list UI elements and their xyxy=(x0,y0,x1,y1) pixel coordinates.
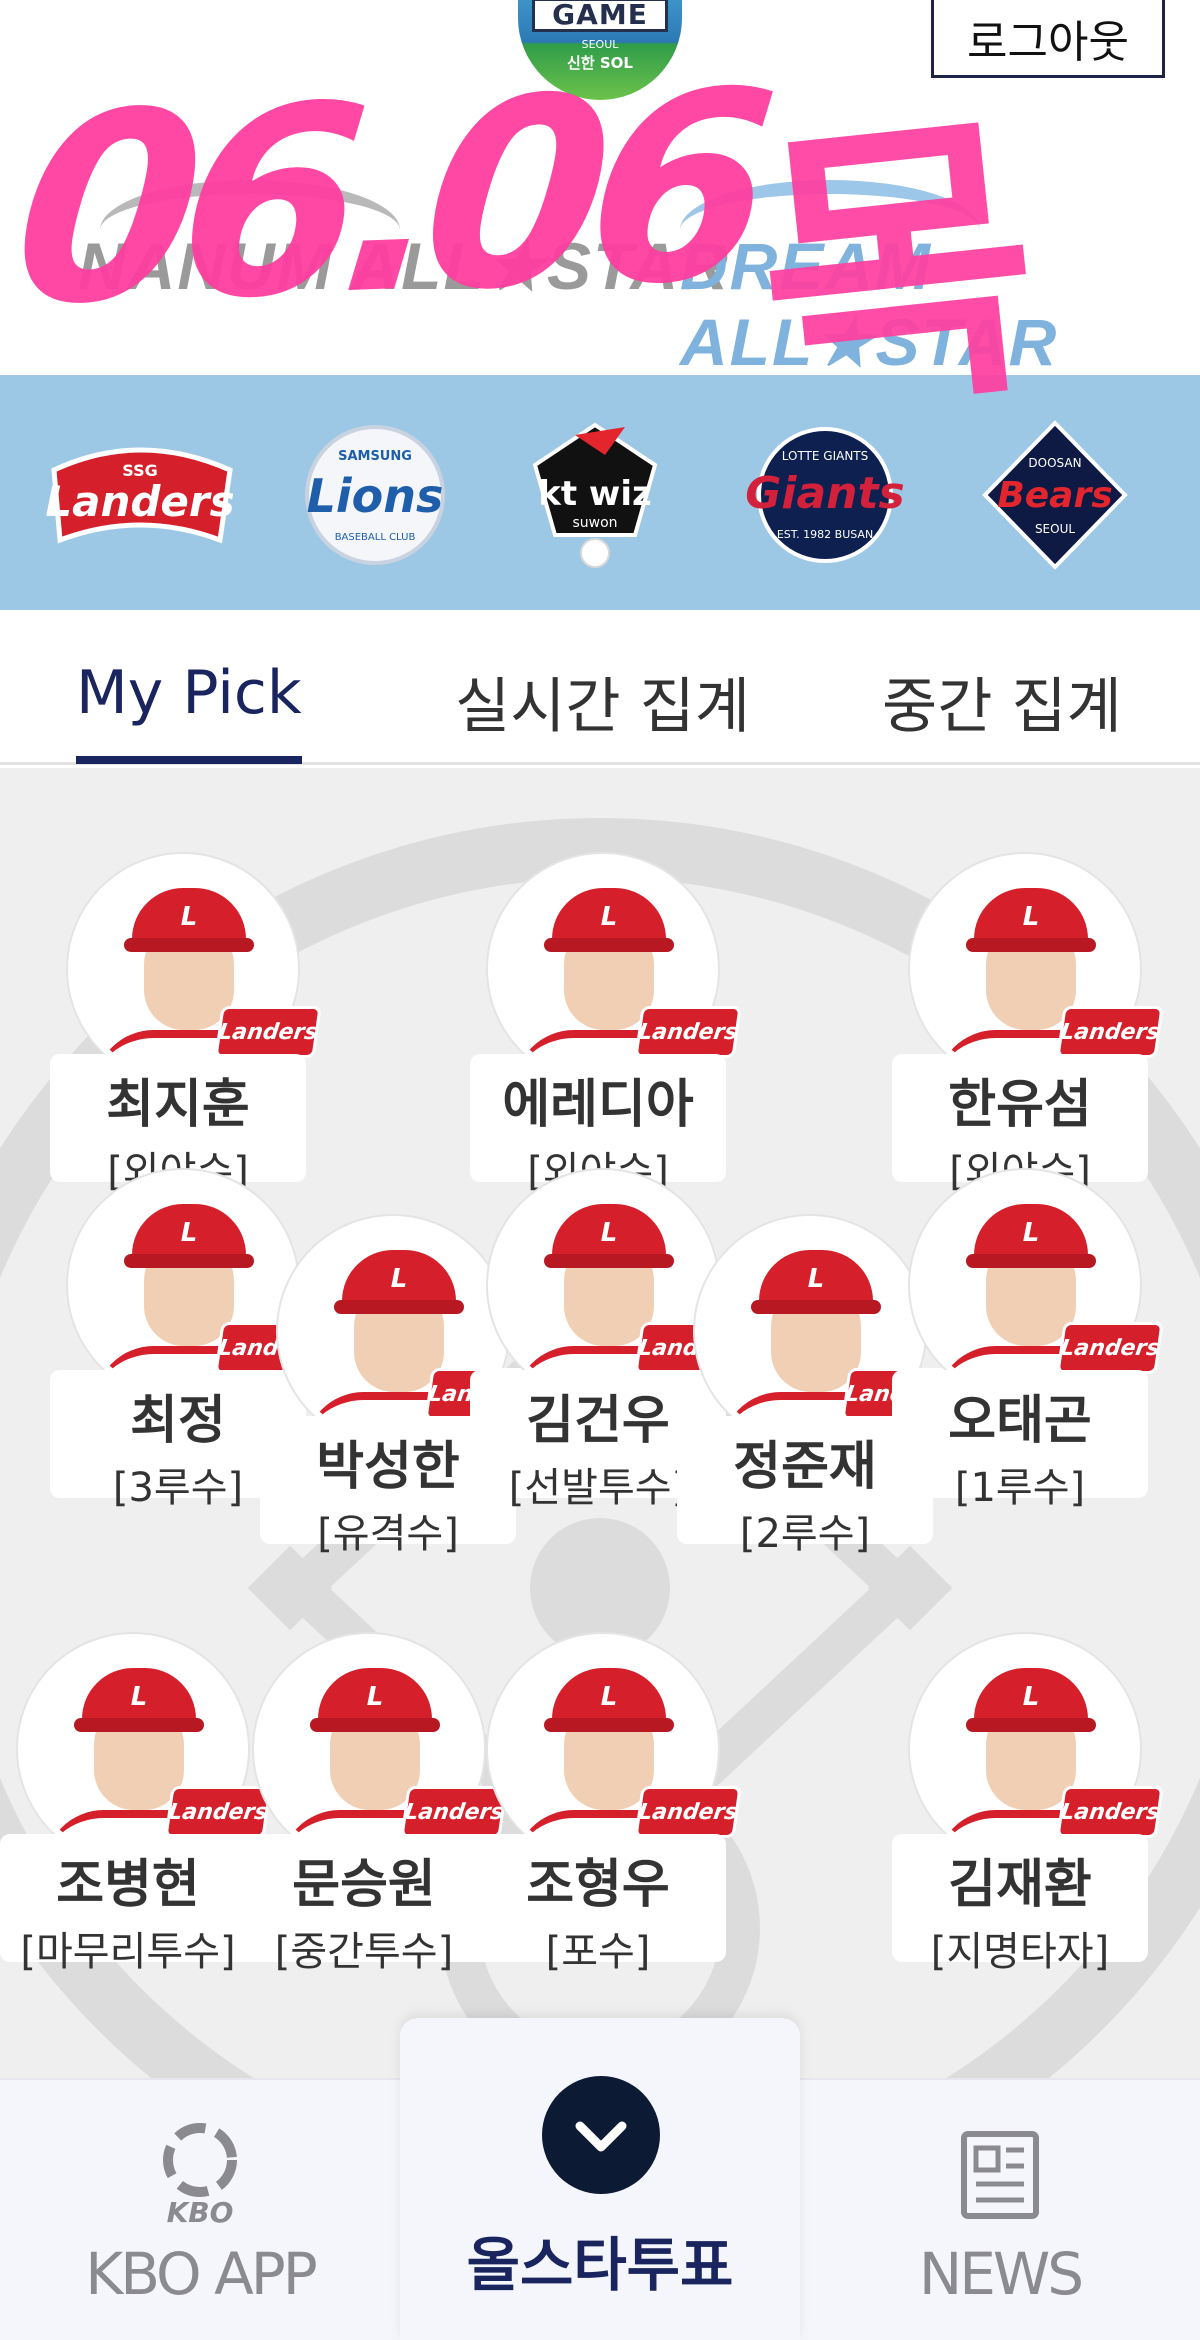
ktwiz-logo-name: kt wiz xyxy=(538,474,652,514)
player-card[interactable]: Landers 조형우 [포수] xyxy=(470,1634,742,1975)
tab-realtime-tally[interactable]: 실시간 집계 xyxy=(455,658,750,745)
nav-all-star-vote[interactable]: 올스타투표 xyxy=(400,2018,800,2340)
lions-logo-name: Lions xyxy=(307,469,444,523)
dream-all-star-label: DREAM ALL★STAR xyxy=(680,229,1059,379)
team-badge-landers: Landers xyxy=(1056,1006,1164,1058)
player-position: [지명타자] xyxy=(930,1929,1110,1975)
team-logo-lions[interactable]: SAMSUNG Lions BASEBALL CLUB xyxy=(285,415,465,575)
giants-logo-name: Giants xyxy=(745,468,904,519)
player-label-card: 최지훈[외야수] xyxy=(50,1054,306,1195)
event-logo-title: GAME xyxy=(532,0,668,32)
event-logo-subtitle: SEOUL xyxy=(581,38,619,51)
bears-logo-icon: DOOSAN Bears SEOUL xyxy=(982,420,1128,570)
ktwiz-logo-bottom: suwon xyxy=(572,515,617,531)
event-logo-sponsor: 신한 SOL xyxy=(567,54,633,72)
player-position: [1루수] xyxy=(954,1465,1086,1511)
player-card[interactable]: Landers 오태곤 [1루수] xyxy=(892,1170,1164,1511)
player-name: 김재환 xyxy=(948,1855,1092,1915)
vote-chevron-button[interactable] xyxy=(542,2076,660,2194)
player-card[interactable]: Landers에레디아[외야수] xyxy=(470,854,742,1195)
tab-my-pick[interactable]: My Pick xyxy=(76,658,302,764)
result-tabs: My Pick 실시간 집계 중간 집계 xyxy=(0,610,1200,765)
tab-interim-tally[interactable]: 중간 집계 xyxy=(882,658,1122,745)
player-card[interactable]: Landers조병현[마무리투수] xyxy=(0,1634,272,1975)
team-logo-ktwiz[interactable]: kt wiz suwon xyxy=(515,415,675,575)
kbo-logo-text: KBO xyxy=(167,2196,234,2229)
player-label-card: 조병현 [마무리투수] xyxy=(0,1834,256,1975)
team-badge-landers: Landers xyxy=(634,1006,742,1058)
chevron-down-icon xyxy=(575,2121,627,2152)
player-card[interactable]: Landers한유섬[외야수] xyxy=(892,854,1164,1195)
player-position: [포수] xyxy=(545,1929,651,1975)
lions-logo-bottom: BASEBALL CLUB xyxy=(335,532,416,543)
nanum-all-star-label: NANUM ALL★STAR xyxy=(78,229,730,303)
player-label-card: 오태곤 [1루수] xyxy=(892,1370,1148,1511)
player-label-card: 조형우 [포수] xyxy=(470,1834,726,1975)
player-label-card: 한유섬[외야수] xyxy=(892,1054,1148,1195)
giants-logo-icon: LOTTE GIANTS Giants EST. 1982 BUSAN xyxy=(745,427,905,563)
team-badge-landers: Landers xyxy=(1056,1322,1164,1374)
nanum-team-strip: SSG Landers SAMSUNG Lions BASEBALL CLUB … xyxy=(0,375,1200,610)
player-position: [중간투수] xyxy=(274,1929,454,1975)
nav-vote-label: 올스타투표 xyxy=(466,2231,734,2299)
landers-logo-name: Landers xyxy=(45,477,234,526)
player-position: [마무리투수] xyxy=(20,1929,236,1975)
player-label-card: 에레디아[외야수] xyxy=(470,1054,726,1195)
lions-logo-top: SAMSUNG xyxy=(338,449,412,464)
player-label-card: 김재환 [지명타자] xyxy=(892,1834,1148,1975)
player-label-card: 문승원 [중간투수] xyxy=(236,1834,492,1975)
lions-logo-icon: SAMSUNG Lions BASEBALL CLUB xyxy=(305,425,445,565)
player-name: 한유섬 xyxy=(948,1075,1092,1135)
player-name: 최지훈 xyxy=(106,1075,250,1135)
giants-logo-bottom: EST. 1982 BUSAN xyxy=(777,528,873,541)
player-name: 오태곤 xyxy=(948,1391,1092,1451)
team-logo-bears[interactable]: DOOSAN Bears SEOUL xyxy=(975,415,1135,575)
bears-logo-bottom: SEOUL xyxy=(1035,522,1075,536)
player-card[interactable]: Landers최지훈[외야수] xyxy=(50,854,322,1195)
nav-kbo-app[interactable]: KBO KBO APP xyxy=(60,2120,340,2308)
all-star-vote-page: GAME SEOUL 신한 SOL 로그아웃 NANUM ALL★STAR DR… xyxy=(0,0,1200,2340)
player-card[interactable]: Landers문승원[중간투수] xyxy=(236,1634,508,1975)
team-logo-giants[interactable]: LOTTE GIANTS Giants EST. 1982 BUSAN xyxy=(735,415,915,575)
landers-logo-icon: SSG Landers xyxy=(45,447,235,544)
player-card[interactable]: Landers정준재[2루수] xyxy=(677,1216,949,1557)
kbo-logo-icon: KBO xyxy=(163,2123,237,2229)
player-name: 에레디아 xyxy=(502,1075,694,1135)
giants-logo-top: LOTTE GIANTS xyxy=(782,449,869,463)
logout-button[interactable]: 로그아웃 xyxy=(931,0,1165,78)
player-card[interactable]: Landers 김재환 [지명타자] xyxy=(892,1634,1164,1975)
header: GAME SEOUL 신한 SOL 로그아웃 NANUM ALL★STAR DR… xyxy=(0,0,1200,379)
all-star-game-logo: GAME SEOUL 신한 SOL xyxy=(518,0,682,100)
team-badge-landers: Landers xyxy=(634,1786,742,1838)
player-name: 문승원 xyxy=(292,1855,436,1915)
newspaper-icon xyxy=(961,2131,1039,2219)
nav-news[interactable]: NEWS xyxy=(860,2120,1140,2308)
player-name: 조병현 xyxy=(56,1855,200,1915)
nav-kbo-app-label: KBO APP xyxy=(85,2240,318,2308)
nav-news-label: NEWS xyxy=(918,2240,1084,2308)
bears-logo-name: Bears xyxy=(997,475,1112,516)
baseball-field: Landers최지훈[외야수]Landers에레디아[외야수]Landers한유… xyxy=(0,768,1200,2078)
team-badge-landers: Landers xyxy=(1056,1786,1164,1838)
bears-logo-top: DOOSAN xyxy=(1028,456,1081,470)
ktwiz-logo-icon: kt wiz suwon xyxy=(532,422,658,568)
team-logo-landers[interactable]: SSG Landers xyxy=(40,415,240,575)
team-badge-landers: Landers xyxy=(214,1006,322,1058)
player-name: 조형우 xyxy=(526,1855,670,1915)
